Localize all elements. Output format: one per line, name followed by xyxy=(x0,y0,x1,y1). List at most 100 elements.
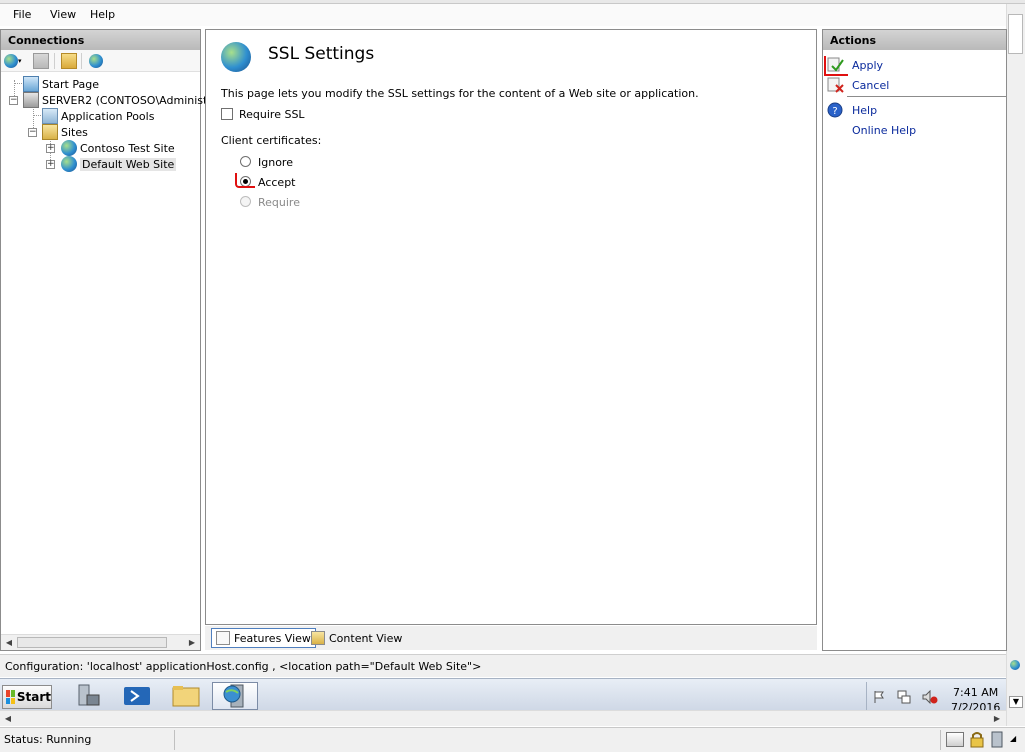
window-hscrollbar[interactable]: ◀ ▶ xyxy=(0,710,1006,726)
vertical-scrollbar[interactable] xyxy=(1006,4,1025,654)
expand-site2-icon[interactable]: + xyxy=(46,160,55,169)
ignore-radio[interactable] xyxy=(240,156,251,167)
collapse-sites-icon[interactable]: − xyxy=(28,128,37,137)
cancel-link[interactable]: Cancel xyxy=(852,79,889,92)
status-bar: Status: Running ◢ xyxy=(0,727,1025,752)
action-center-flag-icon[interactable] xyxy=(873,690,885,704)
dropdown-arrow-icon[interactable]: ▾ xyxy=(18,58,24,65)
taskbar-iis-manager[interactable] xyxy=(212,682,258,710)
tab-content-view[interactable]: Content View xyxy=(307,628,406,648)
ignore-label[interactable]: Ignore xyxy=(258,156,293,169)
windows-logo-icon xyxy=(6,690,15,704)
menu-view[interactable]: View xyxy=(50,8,76,21)
menu-bar: File View Help xyxy=(0,4,1006,26)
tree-item-application-pools[interactable]: Application Pools xyxy=(42,108,154,124)
sites-folder-icon xyxy=(42,124,58,140)
collapse-server-icon[interactable]: − xyxy=(9,96,18,105)
view-tabs: Features View Content View xyxy=(205,626,817,650)
page-description: This page lets you modify the SSL settin… xyxy=(221,87,699,100)
tree-item-start-page[interactable]: Start Page xyxy=(23,76,99,92)
tree-label: Application Pools xyxy=(61,109,155,123)
tree-label-selected: Default Web Site xyxy=(80,157,177,171)
status-divider xyxy=(174,730,175,750)
disconnect-icon[interactable] xyxy=(89,54,103,68)
page-title: SSL Settings xyxy=(268,44,375,64)
connections-panel: Connections ▾ Start Page − SERVER2 (CONT… xyxy=(0,29,219,651)
iis-manager-icon xyxy=(223,684,244,708)
require-ssl-label[interactable]: Require SSL xyxy=(239,108,305,121)
tree-item-server[interactable]: SERVER2 (CONTOSO\Administra xyxy=(23,92,219,108)
clock-time[interactable]: 7:41 AM xyxy=(953,686,998,699)
right-scroll-strip-lower: ▼ xyxy=(1006,654,1025,726)
require-ssl-checkbox[interactable] xyxy=(221,108,233,120)
tree-item-contoso-test-site[interactable]: Contoso Test Site xyxy=(61,140,175,156)
save-icon[interactable] xyxy=(33,53,49,69)
client-certificates-label: Client certificates: xyxy=(221,134,322,147)
tab-label: Content View xyxy=(329,631,403,645)
config-globe-icon xyxy=(1010,660,1020,670)
vertical-scroll-thumb[interactable] xyxy=(1008,14,1023,54)
connections-hscrollbar[interactable]: ◀ ▶ xyxy=(1,634,200,650)
content-view-icon xyxy=(311,631,325,645)
taskbar: Start 7:41 AM 7/2/2016 xyxy=(0,678,1006,714)
scroll-left-icon[interactable]: ◀ xyxy=(1,712,15,726)
online-help-action[interactable]: Online Help xyxy=(852,121,916,139)
network-icon[interactable] xyxy=(897,690,911,704)
toolbar-separator-2 xyxy=(81,53,82,69)
start-label: Start xyxy=(16,690,51,704)
server-status-icon xyxy=(990,731,1004,748)
scroll-left-icon[interactable]: ◀ xyxy=(2,636,16,650)
actions-panel: Actions Apply Cancel ? Help Online Help xyxy=(822,29,1007,651)
website-globe-icon xyxy=(61,140,77,156)
annotation-mark-apply xyxy=(824,56,848,76)
website-globe-icon xyxy=(61,156,77,172)
tab-label: Features View xyxy=(234,631,311,645)
connect-globe-icon[interactable] xyxy=(4,54,18,68)
menu-file[interactable]: File xyxy=(13,8,31,21)
status-text: Status: Running xyxy=(4,733,92,746)
tree-label: SERVER2 (CONTOSO\Administra xyxy=(42,93,219,107)
scroll-right-icon[interactable]: ▶ xyxy=(185,636,199,650)
server-manager-icon xyxy=(78,684,100,706)
actions-header: Actions xyxy=(823,30,1006,50)
help-link[interactable]: Help xyxy=(852,104,877,117)
app-pools-icon xyxy=(42,108,58,124)
taskbar-server-manager[interactable] xyxy=(64,682,110,710)
tab-features-view[interactable]: Features View xyxy=(211,628,316,648)
scroll-down-icon[interactable]: ▼ xyxy=(1009,696,1023,708)
resize-grip-icon[interactable]: ◢ xyxy=(1010,734,1020,744)
cancel-action[interactable]: Cancel xyxy=(827,76,889,94)
tree-label: Start Page xyxy=(42,77,99,91)
status-divider xyxy=(940,730,941,750)
up-folder-icon[interactable] xyxy=(61,53,77,69)
annotation-mark-accept xyxy=(235,173,255,188)
tree-label: Contoso Test Site xyxy=(80,141,175,155)
actions-separator xyxy=(847,96,1007,97)
tree-item-default-web-site[interactable]: Default Web Site xyxy=(61,156,177,172)
folder-icon xyxy=(172,686,200,707)
expand-site1-icon[interactable]: + xyxy=(46,144,55,153)
menu-help[interactable]: Help xyxy=(90,8,115,21)
help-action[interactable]: ? Help xyxy=(827,101,877,119)
require-radio xyxy=(240,196,251,207)
accept-label[interactable]: Accept xyxy=(258,176,296,189)
system-tray: 7:41 AM 7/2/2016 xyxy=(866,682,1006,714)
scroll-right-icon[interactable]: ▶ xyxy=(990,712,1004,726)
tree-label: Sites xyxy=(61,125,88,139)
help-icon: ? xyxy=(827,102,845,118)
taskbar-powershell[interactable] xyxy=(114,682,160,710)
online-help-link[interactable]: Online Help xyxy=(852,124,916,137)
ssl-settings-panel: SSL Settings This page lets you modify t… xyxy=(205,29,817,625)
configuration-path-text: Configuration: 'localhost' applicationHo… xyxy=(5,660,482,673)
volume-muted-icon[interactable] xyxy=(922,689,938,705)
server-icon xyxy=(23,92,39,108)
apply-link[interactable]: Apply xyxy=(852,59,883,72)
powershell-icon xyxy=(124,687,150,705)
features-view-icon xyxy=(216,631,230,645)
require-label: Require xyxy=(258,196,300,209)
hscroll-thumb[interactable] xyxy=(17,637,167,648)
tree-item-sites[interactable]: Sites xyxy=(42,124,88,140)
taskbar-explorer[interactable] xyxy=(163,682,209,710)
configuration-bar: Configuration: 'localhost' applicationHo… xyxy=(0,654,1006,677)
start-button[interactable]: Start xyxy=(2,685,52,709)
